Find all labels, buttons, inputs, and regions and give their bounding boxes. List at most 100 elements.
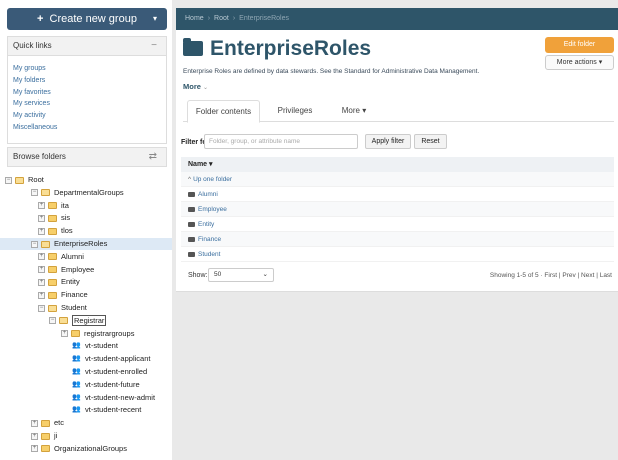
folder-icon	[188, 236, 195, 242]
quick-link-my-services[interactable]: My services	[13, 98, 161, 110]
expand-icon[interactable]: +	[38, 266, 45, 274]
quick-link-my-activity[interactable]: My activity	[13, 110, 161, 122]
tree-node-label: Finance	[61, 290, 88, 300]
tree-node-organizationalgroups[interactable]: + OrganizationalGroups	[31, 443, 127, 455]
collapse-icon[interactable]: −	[5, 176, 12, 184]
create-new-group-label: Create new group	[49, 13, 137, 25]
quick-link-my-groups[interactable]: My groups	[13, 63, 161, 75]
tree-node-label: etc	[54, 418, 65, 428]
quick-link-my-folders[interactable]: My folders	[13, 75, 161, 87]
expand-icon[interactable]: +	[38, 202, 45, 210]
tree-node-entity[interactable]: + Entity	[38, 276, 80, 288]
page-size-select[interactable]: 50 ⌄	[208, 268, 274, 282]
tree-node-label: tlos	[61, 226, 73, 236]
breadcrumb-root[interactable]: Root	[214, 15, 229, 22]
tree-node-finance[interactable]: + Finance	[38, 289, 88, 301]
collapse-icon[interactable]: −	[31, 189, 38, 197]
create-new-group-button[interactable]: + Create new group ▾	[7, 8, 167, 30]
swap-icon[interactable]: ⇄	[149, 148, 157, 166]
tree-node-registrargroups[interactable]: + registrargroups	[61, 328, 134, 340]
tree-node-registrar[interactable]: − Registrar	[49, 314, 107, 327]
expand-icon[interactable]: +	[31, 432, 38, 440]
tree-node-enterpriseroles[interactable]: − EnterpriseRoles	[0, 238, 172, 250]
main-panel: EnterpriseRoles Edit folder More actions…	[176, 30, 618, 292]
left-sidebar: + Create new group ▾ Quick links − My gr…	[0, 0, 172, 460]
name-column-header[interactable]: Name ▾	[181, 157, 614, 172]
tree-node-sis[interactable]: + sis	[38, 212, 70, 224]
folder-description: Enterprise Roles are defined by data ste…	[183, 68, 480, 75]
tree-node-label: Alumni	[61, 251, 84, 261]
expand-icon[interactable]: +	[38, 278, 45, 286]
tree-node-label: Student	[61, 303, 87, 312]
expand-icon[interactable]: +	[61, 330, 68, 338]
folder-icon	[41, 445, 50, 453]
up-one-folder-label: Up one folder	[193, 176, 233, 183]
row-name: Finance	[198, 236, 222, 243]
collapse-icon[interactable]: −	[49, 317, 56, 325]
folder-icon	[41, 432, 50, 440]
folder-icon	[41, 419, 50, 427]
folder-icon	[48, 202, 57, 210]
group-icon: 👥	[72, 393, 81, 401]
table-row[interactable]: Finance	[181, 232, 614, 247]
tree-node-vt-student-new-admit[interactable]: 👥 vt-student-new-admit	[72, 392, 155, 404]
row-name: Entity	[198, 221, 215, 228]
collapse-icon[interactable]: −	[151, 37, 157, 55]
tree-node-vt-student-applicant[interactable]: 👥 vt-student-applicant	[72, 353, 150, 365]
caret-down-icon[interactable]: ▾	[153, 8, 157, 30]
folder-icon	[48, 278, 57, 286]
reset-button[interactable]: Reset	[414, 134, 447, 149]
tree-node-tlos[interactable]: + tlos	[38, 225, 73, 237]
tree-node-vt-student[interactable]: 👥 vt-student	[72, 340, 118, 352]
tree-node-label: DepartmentalGroups	[54, 187, 124, 197]
tree-node-root[interactable]: − Root	[5, 174, 44, 186]
tree-node-vt-student-future[interactable]: 👥 vt-student-future	[72, 379, 139, 391]
filter-input[interactable]	[204, 134, 358, 149]
tree-node-employee[interactable]: + Employee	[38, 264, 94, 276]
tree-node-alumni[interactable]: + Alumni	[38, 251, 84, 263]
tab-folder-contents[interactable]: Folder contents	[187, 100, 260, 123]
expand-icon[interactable]: +	[38, 253, 45, 261]
folder-icon	[183, 38, 203, 56]
expand-icon[interactable]: +	[38, 227, 45, 235]
more-actions-button[interactable]: More actions ▾	[545, 55, 614, 70]
expand-icon[interactable]: +	[31, 445, 38, 453]
table-row[interactable]: Entity	[181, 217, 614, 232]
tree-node-departmentalgroups[interactable]: − DepartmentalGroups	[31, 187, 124, 199]
pagination-summary[interactable]: Showing 1-5 of 5 · First | Prev | Next |…	[490, 272, 612, 279]
table-row[interactable]: Employee	[181, 202, 614, 217]
tab-bar: Folder contents Privileges More ▾	[183, 100, 614, 123]
tree-node-etc[interactable]: + etc	[31, 417, 64, 429]
tree-node-ji[interactable]: + ji	[31, 430, 57, 442]
tree-node-student[interactable]: − Student	[38, 302, 87, 314]
page-size-value: 50	[214, 271, 222, 278]
tree-node-label: vt-student-enrolled	[85, 367, 148, 376]
table-row[interactable]: Student	[181, 247, 614, 262]
edit-folder-button[interactable]: Edit folder	[545, 37, 614, 53]
expand-icon[interactable]: +	[38, 214, 45, 222]
tab-more[interactable]: More ▾	[329, 100, 379, 122]
tree-node-vt-student-enrolled[interactable]: 👥 vt-student-enrolled	[72, 366, 147, 378]
tree-node-ita[interactable]: + ita	[38, 200, 69, 212]
folder-icon	[71, 330, 80, 338]
expand-icon[interactable]: +	[38, 291, 45, 299]
row-name: Alumni	[198, 191, 218, 198]
apply-filter-button[interactable]: Apply filter	[365, 134, 411, 149]
table-row[interactable]: Alumni	[181, 187, 614, 202]
quick-link-my-favorites[interactable]: My favorites	[13, 87, 161, 99]
tree-node-vt-student-recent[interactable]: 👥 vt-student-recent	[72, 404, 141, 416]
expand-icon[interactable]: +	[31, 419, 38, 427]
up-one-folder-link[interactable]: ^ Up one folder	[181, 172, 614, 187]
folder-icon	[188, 191, 195, 197]
browse-folders-title: Browse folders	[13, 152, 66, 161]
folder-icon	[48, 291, 57, 299]
breadcrumb-home[interactable]: Home	[185, 15, 204, 22]
collapse-icon[interactable]: −	[31, 240, 38, 248]
tree-node-label: ji	[54, 431, 58, 440]
browse-folders-header: Browse folders ⇄	[7, 147, 167, 167]
more-toggle[interactable]: More ⌄	[183, 82, 208, 91]
quick-link-miscellaneous[interactable]: Miscellaneous	[13, 122, 161, 134]
collapse-icon[interactable]: −	[38, 304, 45, 312]
tab-privileges[interactable]: Privileges	[263, 100, 327, 122]
page-title: EnterpriseRoles	[183, 35, 371, 63]
